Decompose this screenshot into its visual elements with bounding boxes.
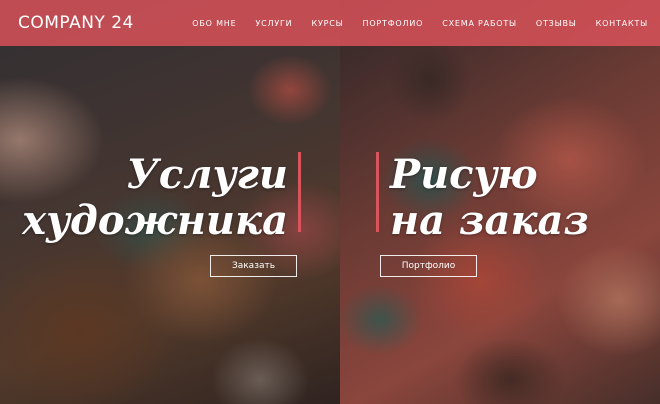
nav-item-reviews[interactable]: ОТЗЫВЫ (536, 19, 577, 28)
hero-right-divider (376, 152, 379, 232)
portfolio-button[interactable]: Портфолио (380, 255, 477, 277)
nav-item-about[interactable]: ОБО МНЕ (192, 19, 236, 28)
nav-item-contacts[interactable]: КОНТАКТЫ (596, 19, 648, 28)
order-button[interactable]: Заказать (210, 255, 297, 277)
top-navigation-bar: COMPANY 24 ОБО МНЕ УСЛУГИ КУРСЫ ПОРТФОЛИ… (0, 0, 660, 46)
hero-left-divider (298, 152, 301, 232)
nav-item-courses[interactable]: КУРСЫ (311, 19, 343, 28)
main-nav: ОБО МНЕ УСЛУГИ КУРСЫ ПОРТФОЛИО СХЕМА РАБ… (192, 19, 648, 28)
hero-right-title: Рисую на заказ (390, 152, 589, 244)
nav-item-portfolio[interactable]: ПОРТФОЛИО (363, 19, 424, 28)
nav-item-services[interactable]: УСЛУГИ (255, 19, 292, 28)
hero-right-title-line1: Рисую (390, 151, 538, 198)
hero-left-panel: Услуги художника Заказать (0, 0, 340, 404)
hero-left-title-line1: Услуги (126, 151, 288, 198)
hero-left-title: Услуги художника (22, 152, 288, 244)
nav-item-workflow[interactable]: СХЕМА РАБОТЫ (442, 19, 517, 28)
hero-right-panel: Рисую на заказ Портфолио (340, 0, 660, 404)
hero-left-title-line2: художника (22, 197, 288, 244)
hero-right-title-line2: на заказ (390, 197, 589, 244)
company-logo[interactable]: COMPANY 24 (18, 13, 134, 33)
